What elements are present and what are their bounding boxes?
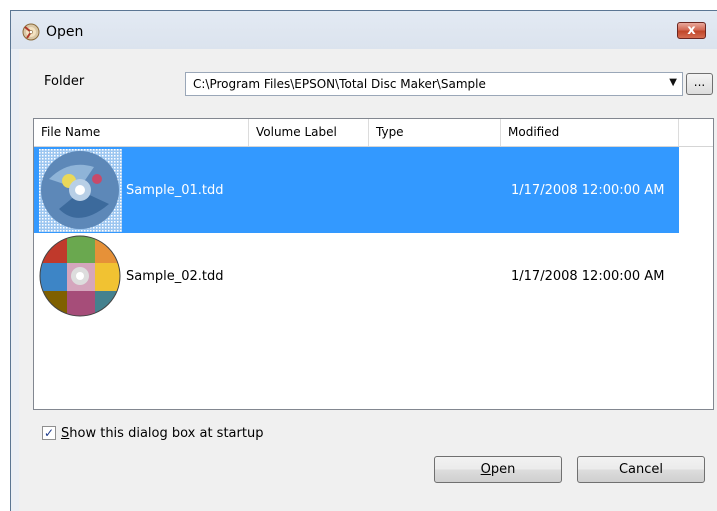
folder-path-value: C:\Program Files\EPSON\Total Disc Maker\… [193, 77, 486, 91]
open-button-label: Open [480, 462, 516, 477]
disc-thumbnail-photo-icon [39, 235, 121, 317]
chevron-down-icon[interactable]: ▼ [669, 77, 677, 88]
show-at-startup-checkbox[interactable]: ✓ [42, 426, 56, 440]
column-header-modified[interactable]: Modified [501, 119, 679, 146]
close-icon: x [687, 23, 696, 38]
file-row-sample-02[interactable]: Sample_02.tdd 1/17/2008 12:00:00 AM [34, 233, 679, 319]
file-name: Sample_01.tdd [126, 183, 224, 198]
file-modified: 1/17/2008 12:00:00 AM [511, 183, 665, 198]
cancel-button[interactable]: Cancel [577, 456, 705, 483]
title-bar[interactable]: Open x [11, 11, 717, 49]
file-modified: 1/17/2008 12:00:00 AM [511, 269, 665, 284]
column-header-file-name[interactable]: File Name [34, 119, 249, 146]
file-list[interactable]: File Name Volume Label Type Modified Sam… [33, 118, 714, 410]
open-button[interactable]: Open [434, 456, 562, 483]
window-title: Open [46, 24, 84, 40]
file-row-sample-01[interactable]: Sample_01.tdd 1/17/2008 12:00:00 AM [34, 147, 679, 233]
browse-folder-button[interactable]: ... [686, 73, 713, 95]
folder-label: Folder [44, 74, 85, 89]
folder-combobox[interactable]: C:\Program Files\EPSON\Total Disc Maker\… [185, 72, 683, 96]
dialog-body: Folder C:\Program Files\EPSON\Total Disc… [19, 49, 717, 511]
column-header-volume-label[interactable]: Volume Label [249, 119, 369, 146]
file-list-header: File Name Volume Label Type Modified [34, 119, 713, 147]
show-at-startup-label-rest: how this dialog box at startup [69, 426, 264, 441]
close-button[interactable]: x [677, 22, 706, 39]
app-disc-icon [22, 23, 40, 41]
disc-thumbnail-blue-icon [39, 149, 122, 232]
column-header-type[interactable]: Type [369, 119, 501, 146]
show-at-startup-label[interactable]: Show this dialog box at startup [61, 426, 263, 441]
file-name: Sample_02.tdd [126, 269, 224, 284]
open-dialog: Open x Folder C:\Program Files\EPSON\Tot… [10, 10, 717, 511]
